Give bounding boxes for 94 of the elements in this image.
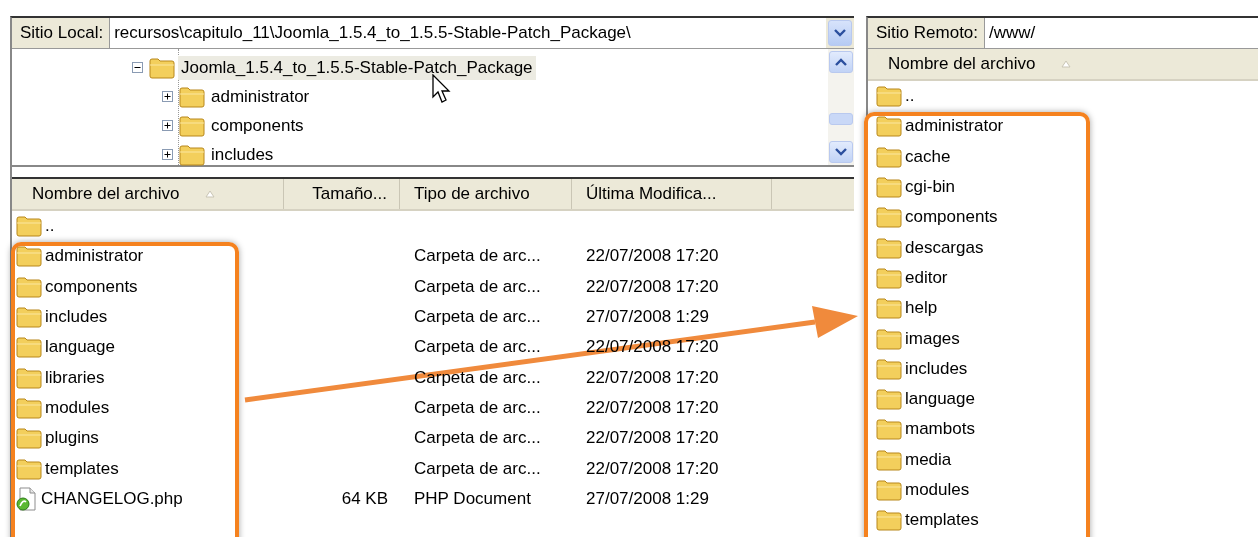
file-name[interactable]: templates (45, 458, 119, 479)
folder-icon (16, 457, 42, 480)
file-name[interactable]: CHANGELOG.php (41, 488, 183, 509)
file-name[interactable]: libraries (45, 367, 105, 388)
folder-icon (876, 236, 902, 259)
folder-icon (876, 327, 902, 350)
sort-arrow-icon (1061, 60, 1072, 68)
file-name[interactable]: administrator (45, 246, 144, 267)
file-type: Carpeta de arc... (414, 458, 541, 479)
folder-icon (16, 275, 42, 298)
file-name[interactable]: .. (905, 86, 915, 107)
folder-icon (179, 143, 205, 166)
column-header[interactable]: Tipo de archivo (400, 179, 572, 209)
modified-date: 22/07/2008 17:20 (586, 367, 719, 388)
php-file-icon (16, 486, 38, 511)
column-header[interactable]: Tamaño... (284, 179, 400, 209)
sort-arrow-icon (205, 190, 216, 198)
folder-icon (876, 297, 902, 320)
file-name[interactable]: media (905, 449, 952, 470)
folder-icon (179, 85, 205, 108)
path-field[interactable]: recursos\capitulo_11\Joomla_1.5.4_to_1.5.5-Stable-Patch_Package\ (110, 18, 826, 48)
file-type: Carpeta de arc... (414, 428, 541, 449)
modified-date: 22/07/2008 17:20 (586, 428, 719, 449)
folder-icon (16, 366, 42, 389)
column-header[interactable]: Nombre del archivo (868, 49, 1258, 79)
column-header[interactable]: Nombre del archivo (12, 179, 284, 209)
file-name[interactable]: plugins (45, 428, 99, 449)
column-header[interactable]: Última Modifica... (572, 179, 772, 209)
folder-icon (876, 357, 902, 380)
folder-icon (876, 388, 902, 411)
file-name[interactable]: help (905, 298, 938, 319)
folder-icon (16, 427, 42, 450)
folder-icon (16, 336, 42, 359)
modified-date: 22/07/2008 17:20 (586, 458, 719, 479)
folder-icon (16, 245, 42, 268)
collapse-toggle-icon[interactable] (132, 62, 143, 73)
folder-icon (179, 114, 205, 137)
file-name[interactable]: .. (45, 216, 55, 237)
scrollbar-thumb[interactable] (829, 113, 853, 125)
caret-icon (834, 29, 846, 37)
file-name[interactable]: editor (905, 267, 948, 288)
folder-icon (876, 479, 902, 501)
file-name[interactable]: cache (905, 146, 951, 167)
expand-toggle-icon[interactable] (162, 120, 173, 131)
folder-icon (876, 448, 902, 471)
file-type: Carpeta de arc... (414, 397, 541, 418)
file-name[interactable]: mambots (905, 419, 975, 440)
tree-item[interactable]: components (208, 113, 307, 138)
tree-item[interactable]: Joomla_1.5.4_to_1.5.5-Stable-Patch_Package (178, 55, 536, 80)
file-name[interactable]: language (45, 337, 115, 358)
file-name[interactable]: language (905, 389, 975, 410)
file-name[interactable]: cgi-bin (905, 177, 956, 198)
modified-date: 27/07/2008 1:29 (586, 488, 709, 509)
file-name[interactable]: includes (45, 307, 108, 328)
modified-date: 22/07/2008 17:20 (586, 276, 719, 297)
folder-icon (876, 509, 902, 532)
modified-date: 27/07/2008 1:29 (586, 307, 709, 328)
file-size: 64 KB (341, 488, 388, 509)
folder-icon (16, 396, 42, 419)
file-type: Carpeta de arc... (414, 276, 541, 297)
folder-icon (876, 115, 902, 138)
file-name[interactable]: templates (905, 510, 979, 531)
scrollbar[interactable] (828, 49, 854, 165)
file-type: PHP Document (414, 488, 531, 509)
file-name[interactable]: modules (45, 397, 110, 418)
folder-icon (876, 418, 902, 441)
folder-icon (149, 56, 175, 79)
expand-toggle-icon[interactable] (162, 149, 173, 160)
tree-item[interactable]: includes (208, 142, 277, 167)
folder-icon (876, 145, 902, 168)
folder-icon (876, 176, 902, 199)
scroll-down-icon[interactable] (829, 141, 853, 163)
file-type: Carpeta de arc... (414, 307, 541, 328)
expand-toggle-icon[interactable] (162, 91, 173, 102)
folder-icon (16, 215, 42, 238)
dropdown-button[interactable] (828, 20, 852, 46)
folder-icon (16, 306, 42, 329)
file-name[interactable]: images (905, 328, 960, 349)
file-name[interactable]: descargas (905, 237, 984, 258)
modified-date: 22/07/2008 17:20 (586, 397, 719, 418)
file-name[interactable]: components (45, 276, 138, 297)
scroll-up-icon[interactable] (829, 51, 853, 73)
modified-date: 22/07/2008 17:20 (586, 246, 719, 267)
folder-icon (876, 206, 902, 229)
file-name[interactable]: includes (905, 358, 968, 379)
file-name[interactable]: components (905, 207, 998, 228)
path-field[interactable]: /www/ (985, 18, 1258, 48)
file-type: Carpeta de arc... (414, 337, 541, 358)
tree-item[interactable]: administrator (208, 84, 313, 109)
file-type: Carpeta de arc... (414, 246, 541, 267)
file-name[interactable]: modules (905, 480, 970, 500)
folder-icon (876, 266, 902, 289)
folder-icon (876, 85, 902, 108)
file-name[interactable]: administrator (905, 116, 1004, 137)
